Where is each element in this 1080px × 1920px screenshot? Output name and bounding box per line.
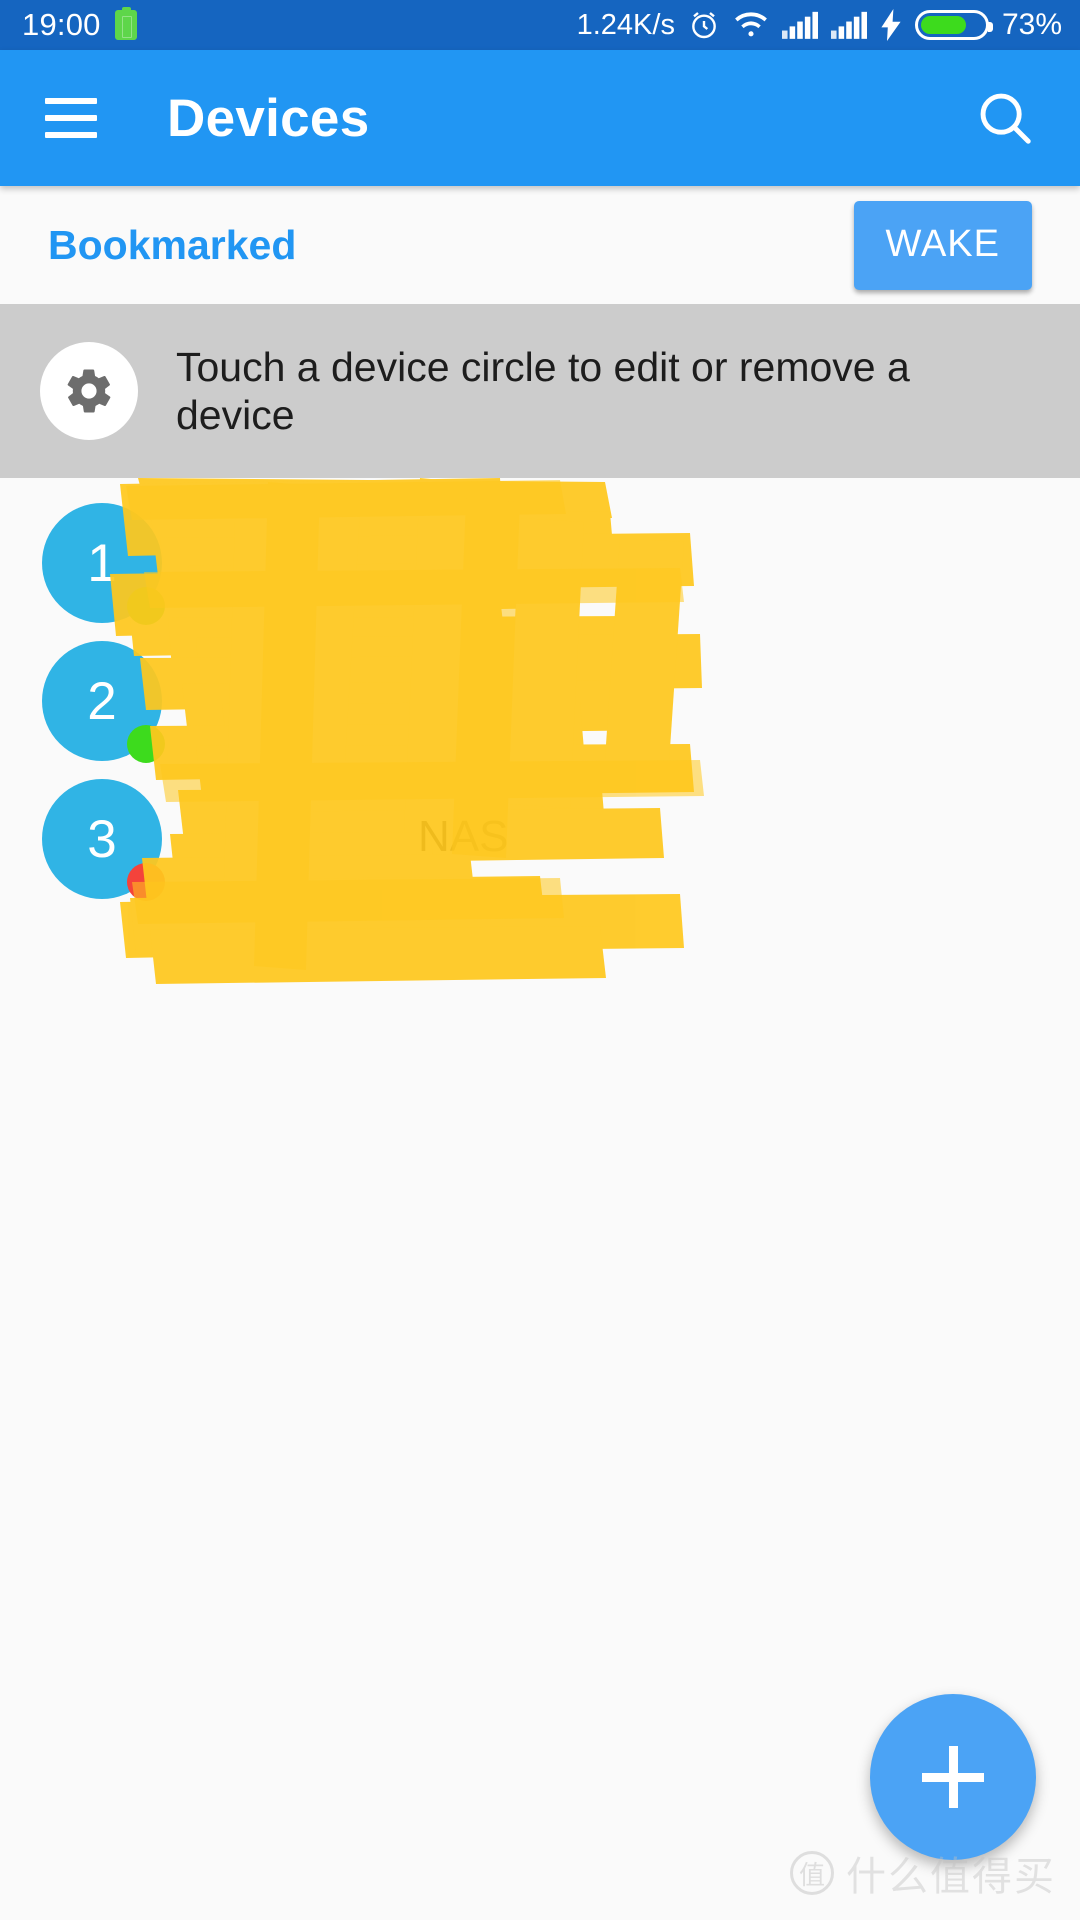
device-circle-3[interactable]: 3 [42, 779, 165, 901]
battery-saver-icon [114, 7, 137, 40]
device-status-dot [127, 863, 165, 901]
info-banner-text: Touch a device circle to edit or remove … [176, 343, 910, 438]
device-circle-2[interactable]: 2 [42, 641, 165, 763]
section-title: Bookmarked [48, 221, 297, 268]
wake-button[interactable]: WAKE [853, 200, 1032, 290]
search-icon[interactable] [970, 83, 1040, 153]
watermark: 值 什么值得买 [790, 1844, 1056, 1902]
menu-icon-bar [45, 132, 97, 138]
battery-icon [914, 10, 993, 40]
status-bar-right: 1.24K/s 73% [577, 8, 1062, 42]
signal-sim1-icon [781, 11, 818, 39]
list-item[interactable]: 3 NAS [0, 754, 1080, 924]
info-banner: Touch a device circle to edit or remove … [0, 304, 1080, 478]
status-bar-left: 19:00 [22, 7, 137, 43]
gear-icon [40, 342, 138, 440]
page-title: Devices [167, 88, 370, 148]
app-bar: Devices [0, 50, 1080, 186]
device-name: NAS [418, 812, 509, 861]
wifi-icon [733, 10, 769, 40]
alarm-clock-icon [688, 9, 720, 41]
menu-icon-bar [45, 115, 97, 121]
menu-icon[interactable] [45, 98, 97, 138]
status-clock: 19:00 [22, 7, 101, 42]
charging-bolt-icon [880, 9, 902, 41]
watermark-badge: 值 [790, 1851, 834, 1895]
battery-fill [920, 16, 967, 34]
menu-icon-bar [45, 98, 97, 104]
device-info-3: NAS [192, 812, 508, 866]
device-circle-1[interactable]: 1 [42, 503, 165, 625]
status-bar: 19:00 1.24K/s 73% [0, 0, 1080, 50]
signal-sim2-icon [830, 11, 867, 39]
add-device-fab[interactable] [870, 1694, 1036, 1860]
plus-icon [948, 1746, 958, 1808]
battery-percent-text: 73% [1001, 8, 1062, 41]
device-list: 1 2 3 NAS [0, 478, 1080, 1038]
network-speed-text: 1.24K/s [576, 8, 675, 41]
section-header-bookmarked: Bookmarked WAKE [0, 186, 1080, 304]
watermark-text: 什么值得买 [846, 1855, 1056, 1899]
